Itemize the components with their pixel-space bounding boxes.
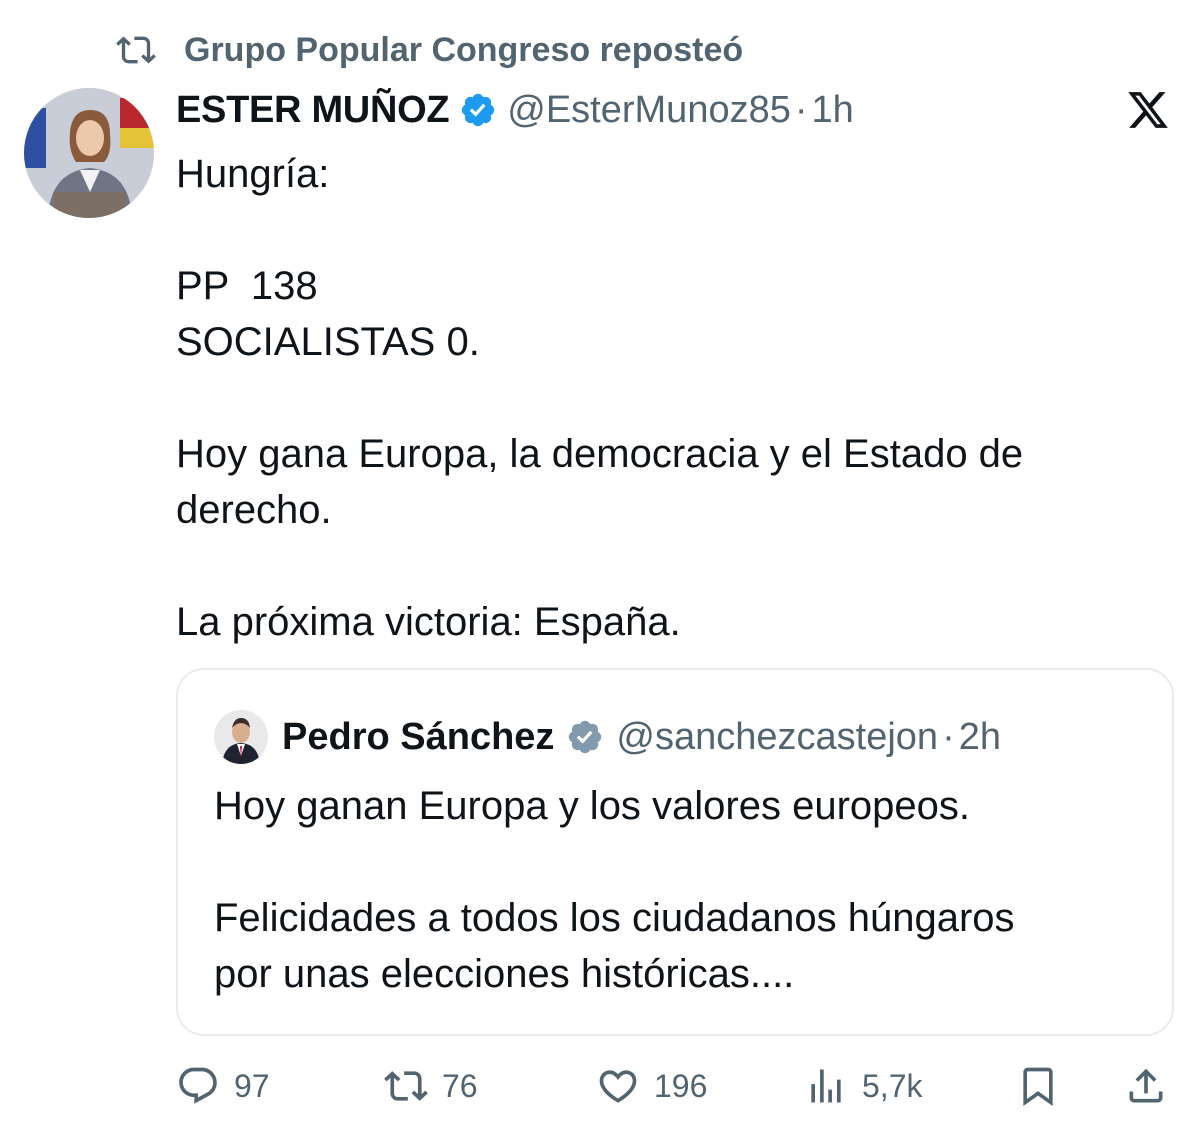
quote-author-handle[interactable]: @sanchezcastejon [616,716,938,759]
views-button[interactable]: 5,7k [804,1058,922,1114]
tweet-line [176,538,1166,594]
quote-avatar-image [214,710,268,764]
quote-author-name[interactable]: Pedro Sánchez [282,716,554,759]
verified-gray-badge-icon[interactable] [566,718,604,756]
tweet-line: Hungría: [176,152,330,196]
action-bar: 97 76 196 5,7k [176,1058,1176,1114]
quote-separator-dot: · [942,715,955,758]
repost-context[interactable]: Grupo Popular Congreso reposteó [116,28,743,72]
x-logo-icon[interactable] [1125,88,1171,132]
repost-count: 76 [442,1067,478,1104]
tweet-line: Hoy gana Europa, la democracia y el Esta… [176,432,1024,476]
tweet-line: derecho. [176,488,332,532]
repost-icon [116,36,156,64]
quote-line [214,834,1144,890]
reply-icon [179,1067,217,1104]
tweet-header: ESTER MUÑOZ @EsterMunoz85 · 1h [176,84,854,136]
quote-time[interactable]: 2h [959,716,1001,759]
tweet-line [176,370,1166,426]
quote-line: Felicidades a todos los ciudadanos húnga… [214,896,1015,940]
quote-text: Hoy ganan Europa y los valores europeos.… [214,778,1144,1002]
bookmark-icon [1023,1067,1053,1107]
quote-author-avatar[interactable] [214,710,268,764]
quote-line: por unas elecciones históricas.... [214,952,795,996]
tweet-line [176,202,1166,258]
tweet-line: La próxima victoria: España. [176,600,681,644]
heart-icon [599,1070,637,1103]
author-handle[interactable]: @EsterMunoz85 [507,89,791,132]
like-count: 196 [654,1067,708,1104]
quote-line: Hoy ganan Europa y los valores europeos. [214,784,971,828]
repost-icon [384,1071,428,1101]
tweet-text: Hungría: PP 138 SOCIALISTAS 0. Hoy gana … [176,146,1166,650]
author-name[interactable]: ESTER MUÑOZ [176,89,450,132]
like-button[interactable]: 196 [596,1058,707,1114]
bookmark-button[interactable] [1016,1058,1060,1114]
verified-badge-icon[interactable] [459,91,497,129]
views-icon [811,1069,841,1103]
repost-label: Grupo Popular Congreso reposteó [184,30,744,69]
avatar-image [24,88,154,218]
quote-header: Pedro Sánchez @sanchezcastejon · 2h [214,708,1001,766]
views-count: 5,7k [862,1067,923,1104]
author-avatar[interactable] [24,88,154,218]
tweet-line: SOCIALISTAS 0. [176,320,480,364]
tweet-line: PP 138 [176,264,318,308]
reply-button[interactable]: 97 [176,1058,270,1114]
reply-count: 97 [234,1067,270,1104]
share-button[interactable] [1124,1058,1168,1114]
separator-dot: · [794,88,808,131]
quoted-tweet[interactable]: Pedro Sánchez @sanchezcastejon · 2h Hoy … [176,668,1174,1036]
share-icon [1129,1068,1163,1103]
repost-button[interactable]: 76 [384,1058,478,1114]
tweet-time[interactable]: 1h [812,89,854,132]
